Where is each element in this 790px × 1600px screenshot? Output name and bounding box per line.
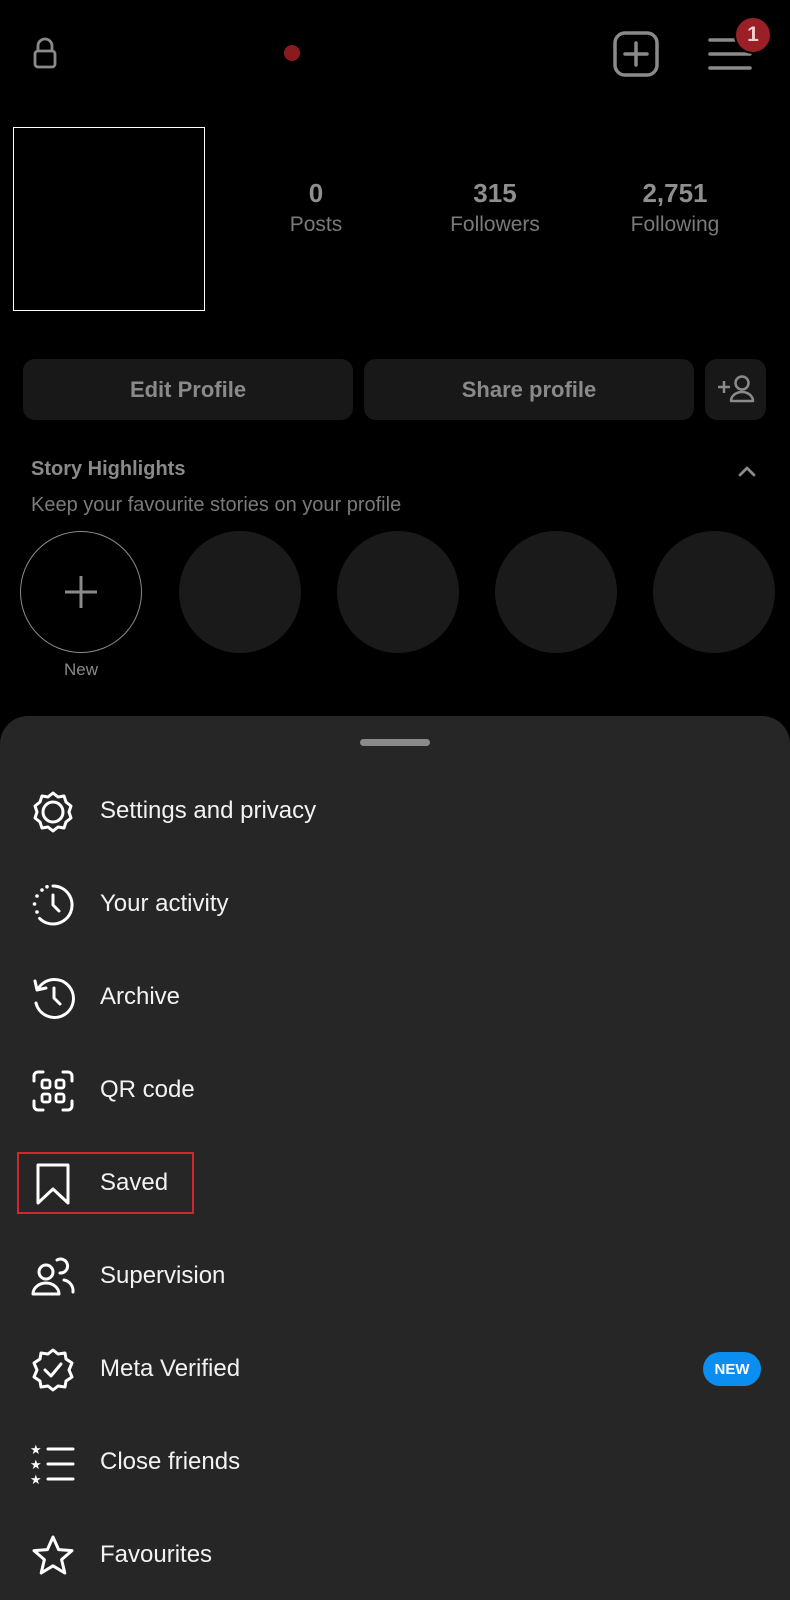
star-icon [30, 1533, 76, 1579]
drag-handle[interactable] [360, 739, 430, 746]
menu-item-label: Close friends [100, 1448, 241, 1475]
menu-item-supervision[interactable]: Supervision [0, 1236, 790, 1316]
qr-code-icon [30, 1068, 76, 1114]
menu-item-archive[interactable]: Archive [0, 957, 790, 1037]
svg-text:★: ★ [30, 1443, 42, 1458]
following-count: 2,751 [642, 178, 708, 208]
close-friends-icon: ★ ★ ★ [30, 1440, 76, 1486]
notification-badge: 1 [734, 16, 772, 54]
activity-icon [30, 882, 76, 928]
menu-item-qr-code[interactable]: QR code [0, 1050, 790, 1130]
highlight-placeholder [495, 531, 617, 653]
stat-posts[interactable]: 0 Posts [236, 176, 396, 240]
highlight-placeholder [653, 531, 775, 653]
highlight-placeholder [179, 531, 301, 653]
stat-following[interactable]: 2,751 Following [595, 176, 755, 240]
highlight-placeholder [337, 531, 459, 653]
story-highlights-subtitle: Keep your favourite stories on your prof… [31, 494, 402, 516]
avatar[interactable] [13, 127, 205, 311]
stat-followers[interactable]: 315 Followers [415, 176, 575, 240]
create-icon[interactable] [612, 30, 660, 78]
menu-item-meta-verified[interactable]: Meta Verified [0, 1329, 790, 1409]
saved-highlight-box [17, 1152, 194, 1214]
plus-icon [65, 576, 97, 608]
posts-label: Posts [289, 213, 343, 236]
story-highlights-title: Story Highlights [31, 458, 186, 480]
svg-text:★: ★ [30, 1473, 42, 1486]
new-highlight-button[interactable] [20, 531, 142, 653]
lock-icon [30, 36, 60, 70]
edit-profile-button[interactable]: Edit Profile [23, 359, 353, 420]
verified-icon [30, 1347, 76, 1393]
archive-icon [30, 975, 76, 1021]
settings-icon [30, 789, 76, 835]
followers-label: Followers [450, 213, 540, 236]
menu-item-label: QR code [100, 1076, 195, 1103]
add-person-icon [718, 375, 755, 403]
share-profile-button[interactable]: Share profile [364, 359, 694, 420]
new-highlight-label: New [63, 660, 98, 679]
menu-item-close-friends[interactable]: ★ ★ ★ Close friends [0, 1422, 790, 1502]
svg-text:★: ★ [30, 1458, 42, 1473]
menu-item-label: Archive [100, 983, 181, 1010]
menu-item-label: Favourites [100, 1541, 213, 1568]
discover-people-button[interactable] [705, 359, 766, 420]
menu-item-favourites[interactable]: Favourites [0, 1515, 790, 1595]
menu-item-label: Settings and privacy [100, 797, 317, 824]
live-indicator-dot [284, 45, 300, 61]
new-badge: NEW [703, 1352, 761, 1386]
supervision-icon [30, 1254, 76, 1300]
menu-item-settings-and-privacy[interactable]: Settings and privacy [0, 771, 790, 851]
posts-count: 0 [308, 178, 324, 208]
following-label: Following [630, 213, 720, 236]
followers-count: 315 [473, 178, 517, 208]
menu-item-label: Meta Verified [100, 1355, 241, 1382]
chevron-up-icon[interactable] [736, 460, 758, 482]
menu-item-label: Supervision [100, 1262, 226, 1289]
menu-item-label: Your activity [100, 890, 229, 917]
menu-item-your-activity[interactable]: Your activity [0, 864, 790, 944]
